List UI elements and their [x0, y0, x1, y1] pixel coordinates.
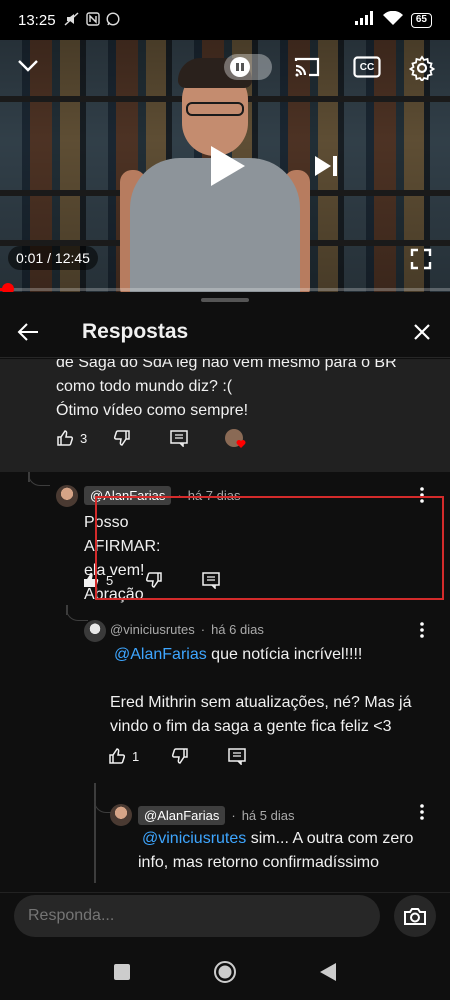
reply-input[interactable] [14, 895, 380, 937]
replies-sheet: Respostas de Saga do SdA leg não vem mes… [0, 292, 450, 892]
sheet-grabber[interactable] [201, 298, 249, 302]
wifi-icon [382, 10, 403, 30]
mention-link[interactable]: @viniciusrutes [142, 830, 246, 847]
reply-time: há 6 dias [211, 622, 264, 637]
like-count: 1 [132, 748, 140, 764]
more-vert-icon [420, 804, 424, 820]
comment-icon [228, 748, 246, 765]
reply-time: há 7 dias [187, 488, 241, 503]
reply-text: info, mas retorno confirmadíssimo [138, 854, 379, 871]
system-nav-bar [0, 940, 450, 1000]
more-options-button[interactable] [412, 483, 432, 507]
thumb-up-icon [109, 748, 126, 764]
video-progress-bar[interactable] [0, 288, 450, 291]
reply-button[interactable] [227, 747, 247, 765]
parent-comment-line: Ótimo vídeo como sempre! [56, 402, 249, 419]
avatar[interactable] [84, 620, 106, 642]
replies-list[interactable]: de Saga do SdA leg não vem mesmo para o … [0, 359, 450, 892]
thumb-up-icon [57, 430, 74, 446]
signal-icon [354, 11, 375, 29]
sheet-title: Respostas [82, 319, 189, 343]
like-button[interactable]: 5 [82, 571, 113, 589]
recents-button[interactable] [108, 958, 136, 986]
reply-time: há 5 dias [241, 808, 295, 823]
comment-icon [202, 572, 220, 589]
nfc-icon [85, 11, 100, 29]
author-handle[interactable]: @viniciusrutes [110, 622, 195, 637]
more-options-button[interactable] [412, 618, 432, 642]
play-icon [211, 146, 245, 186]
back-nav-button[interactable] [314, 958, 342, 986]
cast-icon [294, 57, 320, 77]
time-readout: 0:01 / 12:45 [8, 246, 98, 270]
parent-comment-line: de Saga do SdA leg não vem mesmo para o … [56, 359, 397, 371]
like-button[interactable]: 1 [108, 747, 139, 765]
more-vert-icon [420, 622, 424, 638]
camera-icon [404, 908, 426, 925]
mention-link[interactable]: @AlanFarias [114, 646, 207, 663]
like-button[interactable]: 3 [56, 429, 87, 447]
author-handle[interactable]: @AlanFarias [84, 486, 172, 505]
camera-button[interactable] [394, 895, 436, 937]
dislike-button[interactable] [145, 571, 163, 589]
thumb-down-icon [172, 748, 188, 764]
comment-icon [170, 430, 188, 447]
back-button[interactable] [0, 306, 56, 358]
reply-button[interactable] [201, 571, 221, 589]
autoplay-toggle[interactable] [224, 54, 272, 80]
avatar[interactable] [110, 804, 132, 826]
battery-indicator: 65 [410, 12, 432, 28]
parent-comment-line: como todo mundo diz? :( [56, 378, 233, 395]
minimize-player-button[interactable] [14, 52, 42, 80]
skip-next-icon [315, 156, 337, 176]
fullscreen-button[interactable] [406, 244, 436, 274]
like-count: 3 [80, 430, 88, 446]
chevron-down-icon [18, 60, 38, 72]
settings-button[interactable] [406, 52, 438, 84]
close-icon [414, 323, 430, 340]
like-count: 5 [106, 572, 114, 588]
avatar[interactable] [56, 485, 78, 507]
creator-heart-badge [225, 429, 246, 448]
author-handle[interactable]: @AlanFarias [138, 806, 226, 825]
dislike-button[interactable] [113, 429, 131, 447]
pause-icon [230, 57, 250, 77]
dislike-button[interactable] [171, 747, 189, 765]
square-icon [114, 964, 130, 980]
reply-text: vindo o fim da saga a gente fica feliz <… [110, 718, 392, 735]
cast-button[interactable] [292, 52, 322, 82]
thumb-down-icon [146, 572, 162, 588]
next-video-button[interactable] [310, 150, 342, 182]
fullscreen-icon [410, 248, 432, 270]
gear-icon [409, 55, 435, 81]
sheet-header: Respostas [0, 306, 450, 358]
more-vert-icon [420, 487, 424, 503]
play-button[interactable] [197, 136, 257, 196]
heart-icon [236, 440, 246, 448]
reply-text: que notícia incrível!!!! [206, 646, 363, 663]
thumb-down-icon [114, 430, 130, 446]
close-button[interactable] [394, 306, 450, 358]
triangle-back-icon [320, 963, 336, 981]
reply-button[interactable] [169, 429, 189, 447]
thumb-up-filled-icon [84, 573, 99, 587]
status-bar: 13:25 65 [0, 0, 450, 40]
reply-text: sim... A outra com zero [246, 830, 414, 847]
status-time: 13:25 [18, 11, 56, 29]
parent-comment: de Saga do SdA leg não vem mesmo para o … [0, 359, 450, 472]
mute-icon [64, 11, 80, 29]
circle-icon [214, 961, 236, 983]
whatsapp-icon [106, 11, 120, 29]
arrow-back-icon [17, 322, 38, 341]
reply-composer [0, 892, 450, 940]
home-button[interactable] [211, 958, 239, 986]
reply-text: Ered Mithrin sem atualizações, né? Mas j… [110, 694, 412, 711]
more-options-button[interactable] [412, 800, 432, 824]
captions-button[interactable]: CC [352, 54, 382, 80]
